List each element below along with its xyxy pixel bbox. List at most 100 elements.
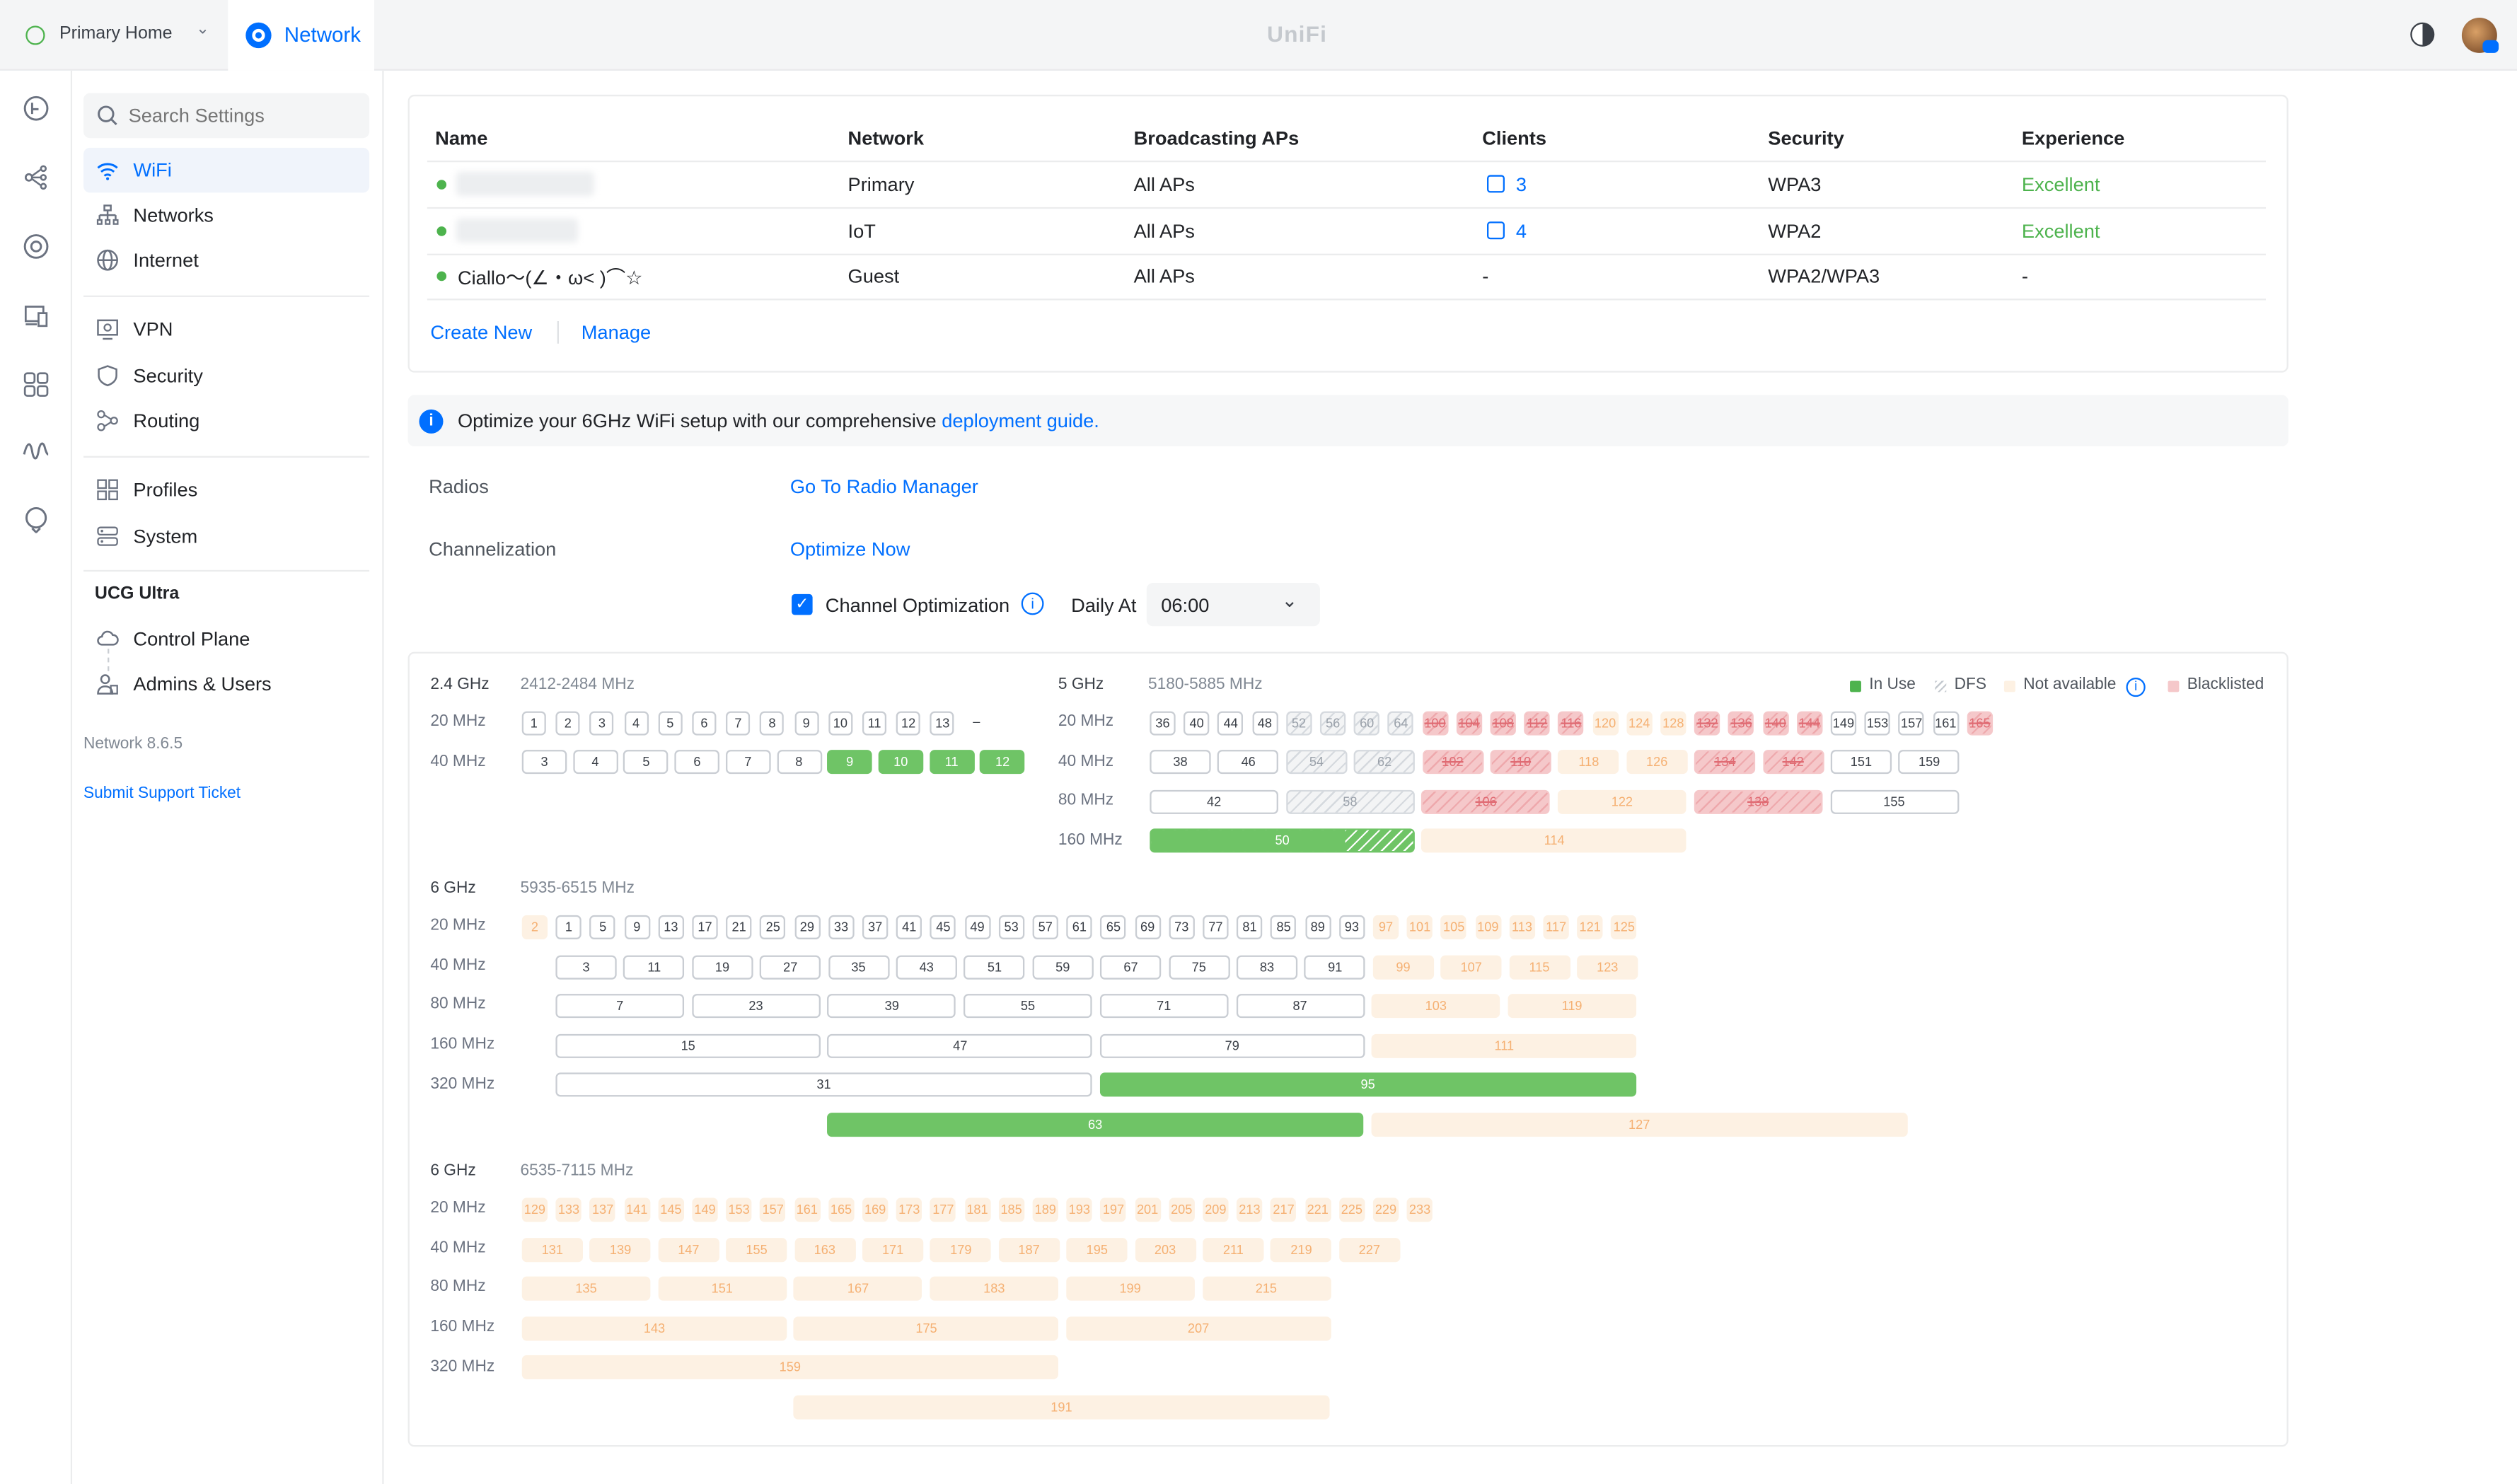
tab-network[interactable]: Network — [228, 0, 374, 71]
sidebar-divider — [83, 295, 370, 297]
row-network: Primary — [847, 173, 915, 196]
channel-chip-165: 165 — [828, 1198, 855, 1222]
time-select[interactable]: 06:00 ⌄ — [1146, 583, 1320, 627]
create-new-button[interactable]: Create New — [430, 321, 532, 344]
dashboard-icon[interactable] — [23, 95, 50, 122]
radio-manager-icon[interactable] — [23, 439, 50, 466]
channel-chip-123: 123 — [1577, 955, 1638, 980]
manage-button[interactable]: Manage — [581, 321, 651, 344]
sidebar-item-security[interactable]: Security — [83, 353, 369, 398]
channel-chip-135: 135 — [521, 1276, 651, 1301]
sidebar-item-control-plane[interactable]: Control Plane — [83, 617, 369, 662]
row-network: IoT — [847, 219, 876, 243]
row-clients[interactable]: 4 — [1516, 220, 1527, 243]
sidebar-item-routing[interactable]: Routing — [83, 398, 369, 444]
table-row[interactable]: Ciallo～(∠・ω< )⌒☆ Guest All APs - WPA2/WP… — [408, 254, 2289, 299]
channel-chip-126: 126 — [1626, 750, 1688, 775]
channel-chip-102: 102 — [1422, 750, 1483, 775]
legend-blacklisted-swatch — [2168, 680, 2180, 692]
channel-chip-142: 142 — [1762, 750, 1824, 775]
site-status-icon — [25, 25, 45, 45]
channel-chip-36: 36 — [1150, 711, 1176, 736]
channel-chip-9: 9 — [794, 711, 818, 736]
channel-chip-91: 91 — [1304, 955, 1366, 980]
row-clients[interactable]: 3 — [1516, 173, 1527, 196]
column-broadcasting-aps[interactable]: Broadcasting APs — [1134, 127, 1300, 149]
channel-chip-122: 122 — [1558, 789, 1686, 814]
sidebar-item-vpn[interactable]: VPN — [83, 307, 369, 352]
chevron-down-icon: ⌄ — [195, 21, 209, 39]
band-range: 2412-2484 MHz — [520, 676, 635, 694]
sidebar-item-internet[interactable]: Internet — [83, 238, 369, 283]
channel-chip-157: 157 — [1899, 711, 1925, 736]
sidebar-item-wifi[interactable]: WiFi — [83, 147, 370, 193]
row-label: 20 MHz — [1058, 712, 1114, 731]
channel-chip-161: 161 — [1933, 711, 1959, 736]
chevron-down-icon: ⌄ — [1281, 589, 1298, 612]
row-label: 80 MHz — [1058, 792, 1114, 810]
band-range: 5180-5885 MHz — [1148, 676, 1263, 694]
wifi-icon — [97, 163, 118, 180]
channel-chip-7: 7 — [725, 750, 771, 775]
sidebar-item-system[interactable]: System — [83, 514, 369, 559]
column-clients[interactable]: Clients — [1482, 127, 1546, 149]
insights-icon[interactable] — [23, 371, 50, 398]
support-ticket-link[interactable]: Submit Support Ticket — [83, 785, 241, 803]
channel-chip-42: 42 — [1150, 789, 1278, 814]
search-settings[interactable] — [83, 93, 370, 139]
column-experience[interactable]: Experience — [2022, 127, 2124, 149]
channel-optimization-label: Channel Optimization — [825, 593, 1010, 617]
channel-chip-121: 121 — [1577, 915, 1603, 939]
table-row[interactable]: IoT All APs 4 WPA2 Excellent — [408, 209, 2289, 254]
channel-chip-201: 201 — [1134, 1198, 1161, 1222]
column-name[interactable]: Name — [435, 127, 487, 149]
channel-chip-40: 40 — [1184, 711, 1210, 736]
row-label: 40 MHz — [430, 956, 486, 975]
banner-text: Optimize your 6GHz WiFi setup with our c… — [458, 410, 1099, 432]
column-security[interactable]: Security — [1768, 127, 1844, 149]
channel-chip-139: 139 — [589, 1238, 652, 1263]
routing-icon — [97, 410, 118, 431]
channel-chip-149: 149 — [692, 1198, 718, 1222]
theme-toggle-icon[interactable] — [2410, 22, 2435, 47]
row-label: 160 MHz — [430, 1318, 495, 1336]
sidebar-item-networks[interactable]: Networks — [83, 192, 369, 238]
channel-chip-41: 41 — [896, 915, 922, 939]
channel-chip-181: 181 — [964, 1198, 990, 1222]
channel-chip-179: 179 — [930, 1238, 992, 1263]
channel-chip-8: 8 — [776, 750, 822, 775]
site-selector[interactable]: Primary Home ⌄ — [0, 0, 228, 71]
channel-chip-83: 83 — [1236, 955, 1298, 980]
sidebar-divider — [83, 569, 370, 572]
channel-chip-183: 183 — [930, 1276, 1059, 1301]
deployment-guide-link[interactable]: deployment guide — [942, 410, 1094, 432]
search-icon — [98, 105, 117, 125]
table-row[interactable]: Primary All APs 3 WPA3 Excellent — [408, 162, 2289, 207]
optimize-now-link[interactable]: Optimize Now — [790, 538, 910, 560]
info-icon[interactable]: i — [2126, 677, 2146, 697]
alerts-icon[interactable] — [23, 506, 50, 533]
cloud-icon — [97, 630, 119, 646]
topology-icon[interactable] — [23, 164, 50, 192]
client-devices-icon[interactable] — [23, 302, 50, 330]
info-tooltip-icon[interactable]: i — [1021, 592, 1044, 615]
channel-chip-77: 77 — [1203, 915, 1229, 939]
status-dot — [436, 226, 447, 236]
sidebar-item-admins-users[interactable]: Admins & Users — [83, 661, 369, 707]
sidebar-item-profiles[interactable]: Profiles — [83, 468, 369, 513]
app-rail — [0, 70, 73, 1484]
channel-optimization-checkbox[interactable]: ✓ — [792, 593, 813, 615]
radio-manager-link[interactable]: Go To Radio Manager — [790, 475, 978, 498]
site-name: Primary Home — [59, 24, 173, 44]
users-icon — [97, 674, 118, 695]
band-range: 6535-7115 MHz — [520, 1162, 634, 1181]
channel-chip-140: 140 — [1762, 711, 1788, 736]
row-experience: Excellent — [2021, 219, 2100, 243]
channel-chip-64: 64 — [1388, 711, 1414, 736]
unifi-devices-icon[interactable] — [23, 233, 50, 260]
column-network[interactable]: Network — [848, 127, 924, 149]
channel-chip-161: 161 — [794, 1198, 821, 1222]
row-label: 40 MHz — [1058, 753, 1114, 771]
action-divider — [557, 321, 559, 344]
search-input[interactable] — [128, 101, 354, 130]
